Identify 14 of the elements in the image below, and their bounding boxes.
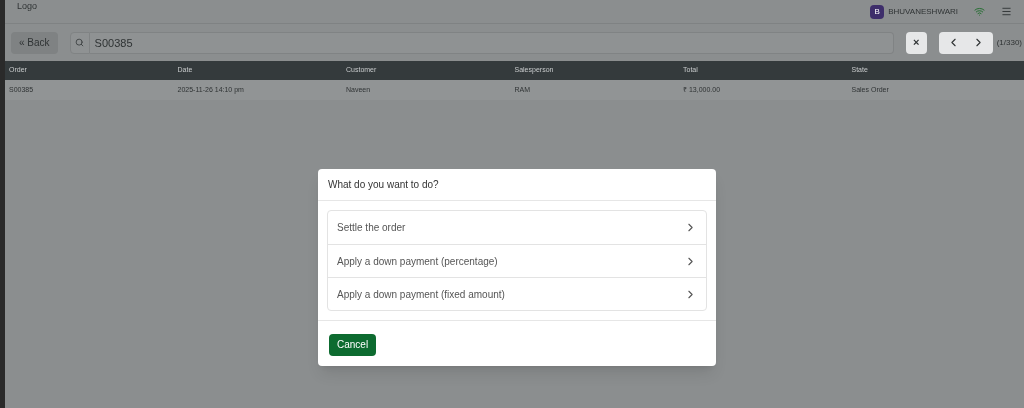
search-field[interactable]: S00385: [89, 31, 894, 54]
wifi-icon: [974, 6, 985, 17]
clear-button[interactable]: ×: [905, 31, 927, 54]
user-avatar[interactable]: B: [870, 4, 885, 19]
cancel-button[interactable]: Cancel: [329, 333, 377, 356]
option-item[interactable]: Apply a down payment (fixed amount): [328, 277, 706, 310]
pager-count: (1/330): [996, 36, 1022, 49]
option-item[interactable]: Settle the order: [328, 211, 706, 244]
menu-icon[interactable]: [1001, 6, 1012, 17]
option-item[interactable]: Apply a down payment (percentage): [328, 244, 706, 277]
dialog-title: What do you want to do?: [328, 178, 439, 192]
search-icon: [75, 38, 85, 47]
logo-text: Logo: [17, 0, 38, 13]
user-name: BHUVANESHWARI: [888, 5, 958, 18]
